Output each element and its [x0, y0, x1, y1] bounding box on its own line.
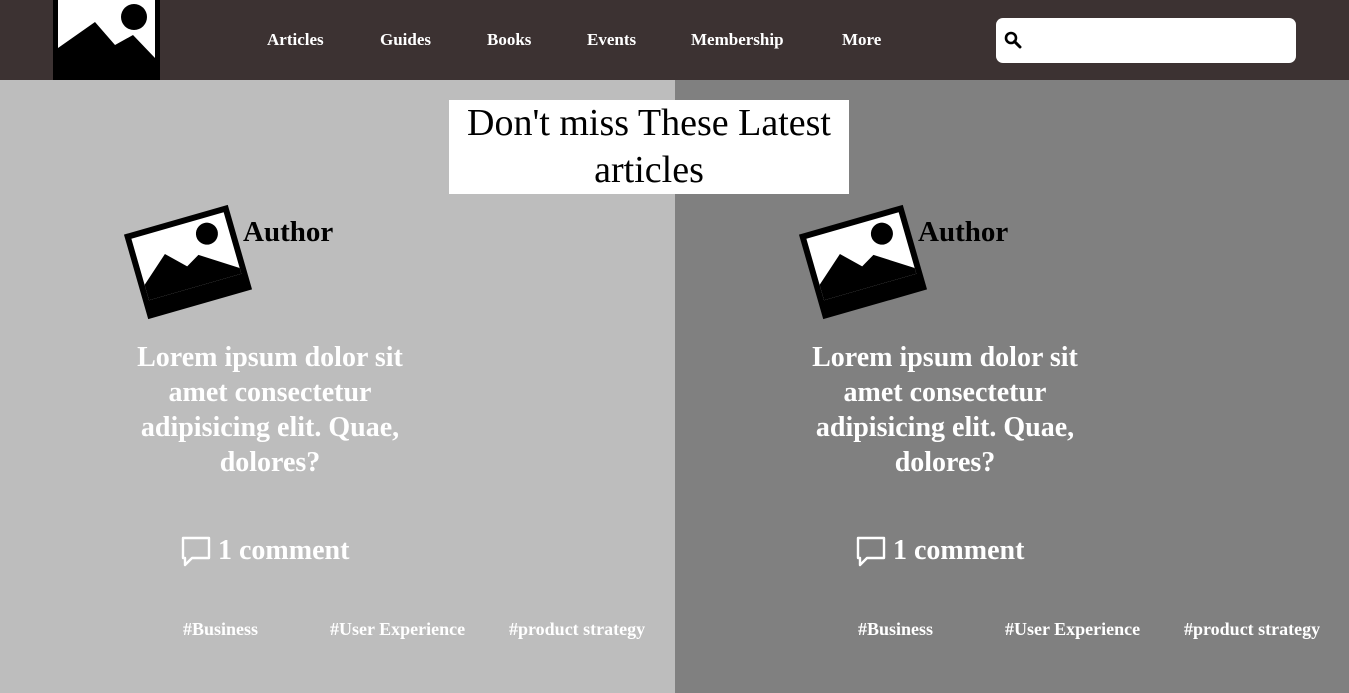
- article-excerpt[interactable]: Lorem ipsum dolor sit amet consectetur a…: [809, 340, 1081, 480]
- nav-link-guides[interactable]: Guides: [380, 30, 431, 50]
- comment-icon: [181, 536, 211, 567]
- author-name[interactable]: Author: [918, 216, 1008, 249]
- tag-user-experience[interactable]: #User Experience: [1005, 619, 1140, 640]
- navbar: Articles Guides Books Events Membership …: [0, 0, 1349, 80]
- tag-product-strategy[interactable]: #product strategy: [509, 619, 645, 640]
- tag-business[interactable]: #Business: [183, 619, 258, 640]
- comment-count-label: 1 comment: [218, 535, 350, 566]
- search-box[interactable]: [996, 18, 1296, 63]
- tag-user-experience[interactable]: #User Experience: [330, 619, 465, 640]
- nav-link-events[interactable]: Events: [587, 30, 636, 50]
- article-card: Author Lorem ipsum dolor sit amet consec…: [0, 80, 675, 693]
- comment-count-label: 1 comment: [893, 535, 1025, 566]
- nav-link-membership[interactable]: Membership: [691, 30, 784, 50]
- tag-business[interactable]: #Business: [858, 619, 933, 640]
- comment-icon: [856, 536, 886, 567]
- nav-link-books[interactable]: Books: [487, 30, 531, 50]
- article-excerpt[interactable]: Lorem ipsum dolor sit amet consectetur a…: [134, 340, 406, 480]
- image-placeholder-icon: [123, 204, 253, 320]
- search-icon[interactable]: [1004, 31, 1022, 49]
- image-placeholder-icon[interactable]: [53, 0, 160, 80]
- search-input[interactable]: [1030, 24, 1288, 57]
- author-name[interactable]: Author: [243, 216, 333, 249]
- image-placeholder-icon: [798, 204, 928, 320]
- tag-product-strategy[interactable]: #product strategy: [1184, 619, 1320, 640]
- nav-link-articles[interactable]: Articles: [267, 30, 324, 50]
- nav-link-more[interactable]: More: [842, 30, 881, 50]
- article-card: Author Lorem ipsum dolor sit amet consec…: [675, 80, 1349, 693]
